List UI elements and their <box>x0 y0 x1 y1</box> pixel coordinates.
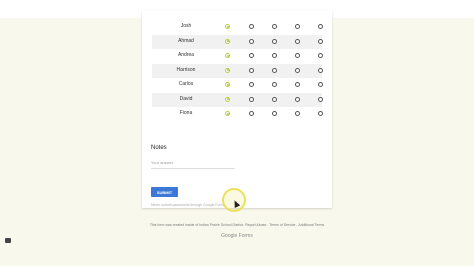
grid-radio-button[interactable] <box>225 24 230 29</box>
grid-radio-button[interactable] <box>272 96 277 102</box>
grid-radio-button[interactable] <box>318 53 323 58</box>
form-card: Josh Ahmad Andrea Harrison Carlos David Fiona … <box>142 10 332 208</box>
grid-radio-button[interactable] <box>272 67 277 73</box>
submit-button[interactable]: SUBMIT <box>151 187 178 197</box>
grid-radio-button[interactable] <box>225 96 230 102</box>
grid-radio-button[interactable] <box>318 96 323 102</box>
grid-radio-button[interactable] <box>295 111 300 116</box>
grid-row-label: Carlos <box>178 81 194 87</box>
grid-radio-button[interactable] <box>318 67 323 73</box>
grid-radio-button[interactable] <box>272 82 277 87</box>
notes-title: Notes <box>151 145 167 151</box>
grid-radio-button[interactable] <box>295 96 300 102</box>
grid-radio-button[interactable] <box>225 38 230 44</box>
grid-radio-button[interactable] <box>295 82 300 87</box>
grid-row: Harrison <box>152 63 323 78</box>
grid-row-label: David <box>179 95 193 102</box>
grid-row: Andrea <box>152 49 323 64</box>
grid-radio-button[interactable] <box>272 111 277 116</box>
grid-radio-button[interactable] <box>249 24 254 29</box>
grid-row-label: Andrea <box>177 52 195 58</box>
grid-radio-button[interactable] <box>249 38 254 44</box>
grid-radio-button[interactable] <box>225 53 230 58</box>
notes-input[interactable]: Your answer <box>151 160 235 169</box>
grid-row: Ahmad <box>152 34 323 49</box>
multiple-choice-grid: Josh Ahmad Andrea Harrison Carlos David Fiona <box>152 20 323 122</box>
grid-radio-button[interactable] <box>272 53 277 58</box>
grid-row: Carlos <box>152 78 323 93</box>
grid-radio-button[interactable] <box>318 38 323 44</box>
grid-radio-button[interactable] <box>249 111 254 116</box>
grid-row-label: Ahmad <box>178 37 194 44</box>
grid-radio-button[interactable] <box>318 82 323 87</box>
feedback-icon[interactable] <box>5 238 11 243</box>
grid-row: David <box>152 92 323 107</box>
grid-radio-button[interactable] <box>318 111 323 116</box>
grid-radio-button[interactable] <box>272 38 277 44</box>
grid-radio-button[interactable] <box>225 67 230 73</box>
never-submit-note: Never submit passwords through Google Fo… <box>151 203 227 207</box>
grid-radio-button[interactable] <box>272 24 277 29</box>
grid-row: Josh <box>152 20 323 35</box>
grid-radio-button[interactable] <box>295 38 300 44</box>
google-forms-logo: Google Forms <box>221 233 253 239</box>
grid-row-label: Harrison <box>176 66 196 73</box>
grid-radio-button[interactable] <box>249 67 254 73</box>
grid-radio-button[interactable] <box>249 53 254 58</box>
footer-text: This form was created inside of Indian P… <box>149 223 325 227</box>
grid-radio-button[interactable] <box>225 82 230 87</box>
grid-radio-button[interactable] <box>295 24 300 29</box>
grid-radio-button[interactable] <box>225 111 230 116</box>
grid-radio-button[interactable] <box>295 67 300 73</box>
grid-radio-button[interactable] <box>318 24 323 29</box>
grid-row-label: Fiona <box>179 110 193 116</box>
grid-radio-button[interactable] <box>249 82 254 87</box>
grid-row: Fiona <box>152 107 323 122</box>
grid-radio-button[interactable] <box>249 96 254 102</box>
grid-radio-button[interactable] <box>295 53 300 58</box>
grid-row-label: Josh <box>180 23 192 29</box>
